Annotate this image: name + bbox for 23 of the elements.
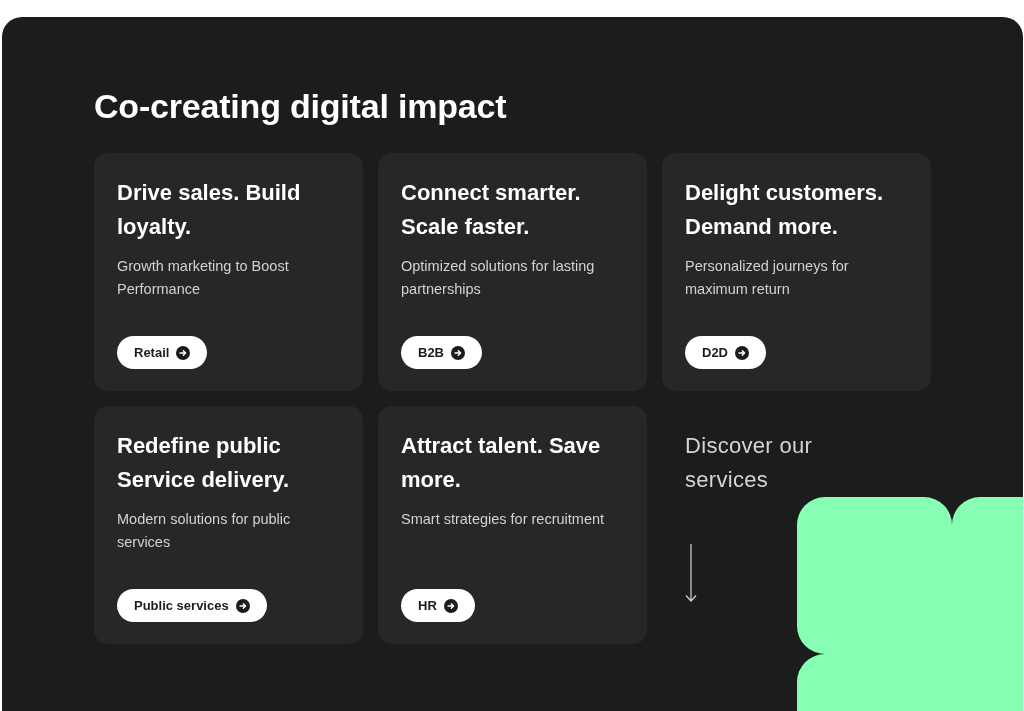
category-button[interactable]: B2B (401, 336, 482, 369)
card-description: Modern solutions for public services (117, 510, 292, 552)
card-title: Attract talent. Save more. (401, 432, 602, 494)
card-description: Smart strategies for recruitment (401, 510, 605, 529)
arrow-right-icon (443, 598, 458, 613)
arrow-right-icon (451, 345, 465, 360)
arrow-right-icon (176, 345, 191, 360)
card-description: Personalized journeys for maximum return (685, 257, 850, 299)
section-heading: Co-creating digital impact (94, 86, 508, 126)
category-button[interactable]: Public services (117, 589, 267, 622)
discover-text: Discover our services (685, 432, 814, 494)
arrow-right-icon (235, 598, 250, 613)
arrow-right-icon (735, 345, 749, 360)
category-button[interactable]: D2D (685, 336, 766, 369)
card-title: Drive sales. Build loyalty. (117, 179, 302, 241)
card-title: Connect smarter. Scale faster. (401, 179, 582, 241)
card-title: Redefine public Service delivery. (117, 432, 291, 494)
card-title: Delight customers. Demand more. (685, 179, 885, 241)
category-button[interactable]: Retail (117, 336, 208, 369)
down-arrow-icon (685, 544, 697, 602)
card-description: Optimized solutions for lasting partnerships (401, 257, 596, 299)
category-button[interactable]: HR (401, 589, 475, 622)
card-description: Growth marketing to Boost Performance (117, 257, 290, 299)
